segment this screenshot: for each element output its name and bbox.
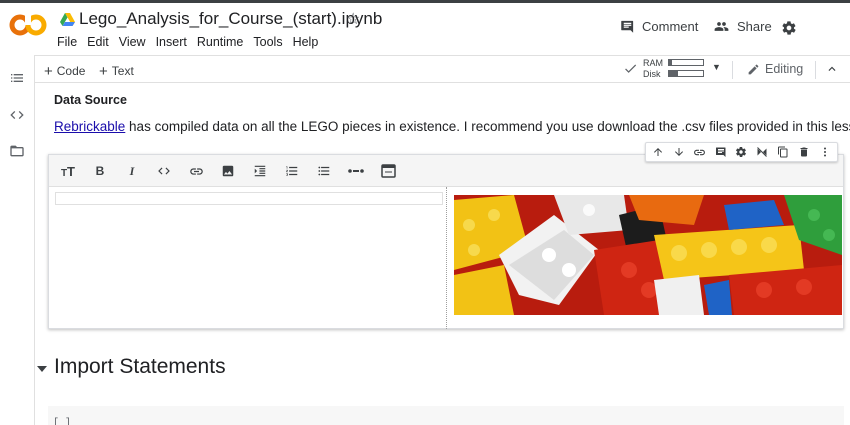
notebook-content: Data Source Rebrickable has compiled dat…: [35, 84, 850, 425]
menu-file[interactable]: File: [57, 35, 77, 49]
rebrickable-link[interactable]: Rebrickable: [54, 119, 125, 134]
chevron-up-icon[interactable]: [825, 62, 839, 76]
comment-label: Comment: [642, 19, 698, 34]
more-icon[interactable]: [818, 146, 831, 159]
svg-text:T: T: [67, 165, 75, 177]
bold-icon[interactable]: B: [91, 163, 109, 179]
plus-icon: +: [99, 63, 108, 80]
markdown-editor-pane[interactable]: [49, 187, 447, 329]
toolbar-divider: [732, 61, 733, 79]
data-source-heading: Data Source: [54, 93, 127, 107]
ram-meter-fill: [669, 60, 672, 65]
drive-icon[interactable]: [60, 13, 75, 27]
data-source-text: has compiled data on all the LEGO pieces…: [125, 119, 850, 134]
ram-meter: [668, 59, 704, 66]
move-down-icon[interactable]: [673, 146, 686, 159]
numbered-list-icon[interactable]: [283, 163, 301, 179]
code-icon[interactable]: [155, 163, 173, 179]
colab-logo[interactable]: [9, 12, 47, 38]
files-icon[interactable]: [9, 143, 25, 159]
link-icon[interactable]: [187, 163, 205, 179]
mirror-cell-icon[interactable]: [756, 146, 769, 159]
comment-icon: [620, 19, 635, 34]
menu-view[interactable]: View: [119, 35, 146, 49]
heading-icon[interactable]: TT: [59, 163, 77, 179]
add-code-button[interactable]: + Code: [44, 62, 85, 79]
settings-icon[interactable]: [735, 146, 748, 159]
ram-label: RAM: [643, 58, 663, 69]
cell-toolbar: [645, 142, 838, 162]
pencil-icon: [747, 63, 760, 76]
lego-bricks-image: [454, 195, 842, 315]
code-cell[interactable]: [ ]: [48, 406, 844, 425]
section-title: Import Statements: [54, 355, 226, 379]
menu-runtime[interactable]: Runtime: [197, 35, 244, 49]
menu-edit[interactable]: Edit: [87, 35, 109, 49]
disk-label: Disk: [643, 69, 663, 80]
plus-icon: +: [44, 63, 53, 80]
share-icon: [713, 19, 730, 34]
copy-icon[interactable]: [776, 146, 789, 159]
add-code-label: Code: [57, 64, 86, 78]
resource-labels[interactable]: RAM Disk: [643, 58, 663, 80]
run-cell-button[interactable]: [ ]: [53, 418, 71, 425]
collapse-section-icon[interactable]: [37, 366, 47, 372]
add-text-button[interactable]: + Text: [99, 62, 134, 79]
share-label: Share: [737, 19, 772, 34]
notebook-toolbar: + Code + Text RAM Disk ▼ Editing: [35, 55, 850, 83]
disk-meter-fill: [669, 71, 678, 76]
horizontal-rule-icon[interactable]: [347, 163, 365, 179]
code-snippets-icon[interactable]: [9, 107, 25, 123]
markdown-preview-pane: [454, 195, 842, 315]
menu-insert[interactable]: Insert: [156, 35, 187, 49]
link-icon[interactable]: [693, 146, 706, 159]
notebook-title[interactable]: Lego_Analysis_for_Course_(start).ipynb: [79, 9, 382, 29]
toolbar-divider: [815, 61, 816, 79]
data-source-paragraph: Rebrickable has compiled data on all the…: [54, 119, 850, 134]
italic-icon[interactable]: I: [123, 163, 141, 179]
toc-icon[interactable]: [9, 70, 25, 86]
share-button[interactable]: Share: [713, 19, 772, 34]
menu-tools[interactable]: Tools: [253, 35, 282, 49]
move-up-icon[interactable]: [652, 146, 665, 159]
bullet-list-icon[interactable]: [315, 163, 333, 179]
indent-icon[interactable]: [251, 163, 269, 179]
comment-button[interactable]: Comment: [620, 19, 698, 34]
preview-mode-icon[interactable]: [379, 163, 397, 179]
chevron-down-icon[interactable]: ▼: [712, 62, 721, 72]
text-cell-editor[interactable]: TT B I: [48, 154, 844, 329]
left-sidebar: [0, 55, 35, 425]
gear-icon[interactable]: [781, 20, 797, 36]
disk-meter: [668, 70, 704, 77]
check-icon: [623, 61, 638, 76]
menu-help[interactable]: Help: [293, 35, 319, 49]
menu-bar: File Edit View Insert Runtime Tools Help: [57, 35, 328, 49]
editing-label: Editing: [765, 62, 803, 76]
delete-icon[interactable]: [797, 146, 810, 159]
editor-input-line[interactable]: [55, 192, 443, 205]
image-icon[interactable]: [219, 163, 237, 179]
editing-mode-button[interactable]: Editing: [747, 62, 803, 76]
star-icon[interactable]: ☆: [346, 9, 360, 29]
comment-icon[interactable]: [714, 146, 727, 159]
header: Lego_Analysis_for_Course_(start).ipynb ☆…: [0, 3, 850, 55]
add-text-label: Text: [112, 64, 134, 78]
